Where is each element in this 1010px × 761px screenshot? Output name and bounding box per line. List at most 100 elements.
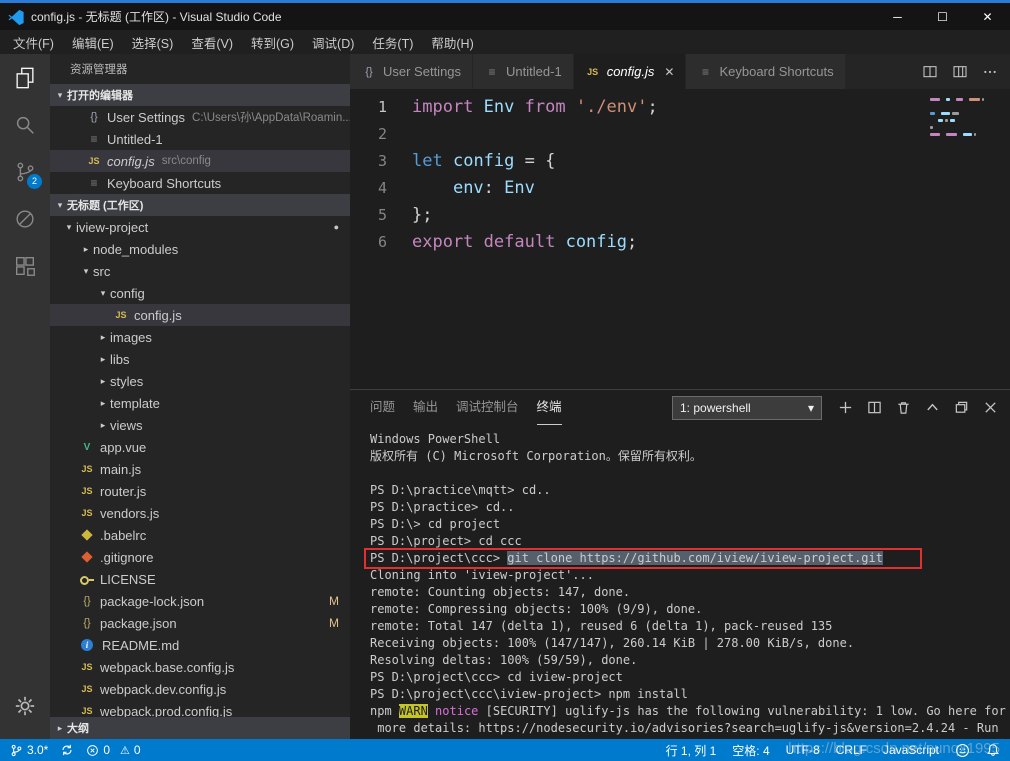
tree-file-row[interactable]: JSwebpack.dev.config.js bbox=[50, 678, 350, 700]
code-line[interactable]: 3let config = { bbox=[350, 148, 1010, 175]
warning-icon: ⚠ bbox=[120, 744, 130, 757]
extensions-icon[interactable] bbox=[0, 242, 50, 289]
error-count: 0 bbox=[103, 743, 110, 757]
code-line[interactable]: 4 env: Env bbox=[350, 175, 1010, 202]
text-segment: PS D:\practice\mqtt> cd.. bbox=[370, 483, 551, 497]
tree-file-row[interactable]: .babelrc bbox=[50, 524, 350, 546]
menu-item[interactable]: 选择(S) bbox=[123, 33, 183, 52]
debug-icon[interactable] bbox=[0, 195, 50, 242]
maximize-panel-icon[interactable] bbox=[954, 400, 969, 415]
tab-label: Keyboard Shortcuts bbox=[719, 64, 833, 79]
maximize-button[interactable]: ☐ bbox=[920, 3, 965, 30]
tree-folder-row[interactable]: ▸template bbox=[50, 392, 350, 414]
cursor-position[interactable]: 行 1, 列 1 bbox=[666, 742, 717, 759]
open-editor-item[interactable]: ≡Keyboard Shortcuts bbox=[50, 172, 350, 194]
tree-folder-row[interactable]: ▾config bbox=[50, 282, 350, 304]
code-line[interactable]: 2 bbox=[350, 121, 1010, 148]
tree-file-row[interactable]: JSconfig.js bbox=[50, 304, 350, 326]
panel-tab[interactable]: 问题 bbox=[370, 390, 395, 425]
notifications-bell-icon[interactable] bbox=[986, 743, 1000, 757]
editor-tab[interactable]: ≡Untitled-1 bbox=[473, 54, 574, 89]
eol-indicator[interactable]: CRLF bbox=[836, 743, 867, 757]
text-segment: notice bbox=[435, 704, 478, 718]
tree-file-row[interactable]: JSwebpack.base.config.js bbox=[50, 656, 350, 678]
open-editors-header[interactable]: ▾ 打开的编辑器 bbox=[50, 84, 350, 106]
minimize-button[interactable]: ─ bbox=[875, 3, 920, 30]
minimap-segment bbox=[945, 119, 948, 122]
open-editor-item[interactable]: JSconfig.jssrc\config bbox=[50, 150, 350, 172]
tree-file-row[interactable]: {}package.jsonM bbox=[50, 612, 350, 634]
tree-file-row[interactable]: JSrouter.js bbox=[50, 480, 350, 502]
terminal-select[interactable]: 1: powershell ▾ bbox=[672, 396, 822, 420]
minimap[interactable] bbox=[930, 89, 998, 140]
open-editor-item[interactable]: {}User SettingsC:\Users\孙\AppData\Roamin… bbox=[50, 106, 350, 128]
code-editor[interactable]: 1import Env from './env';23let config = … bbox=[350, 89, 1010, 389]
tree-file-row[interactable]: {}package-lock.jsonM bbox=[50, 590, 350, 612]
menu-item[interactable]: 转到(G) bbox=[242, 33, 303, 52]
source-control-icon[interactable]: 2 bbox=[0, 148, 50, 195]
tree-file-row[interactable]: iREADME.md bbox=[50, 634, 350, 656]
chevron-up-icon[interactable] bbox=[925, 400, 940, 415]
folder-name: node_modules bbox=[93, 242, 178, 257]
terminal[interactable]: Windows PowerShell版权所有 (C) Microsoft Cor… bbox=[350, 425, 1010, 739]
settings-gear-icon[interactable] bbox=[0, 682, 50, 729]
editor-tab[interactable]: JSconfig.js✕ bbox=[574, 54, 687, 89]
indentation-indicator[interactable]: 空格: 4 bbox=[732, 742, 769, 759]
trash-icon[interactable] bbox=[896, 400, 911, 415]
explorer-icon[interactable] bbox=[0, 54, 50, 101]
search-icon[interactable] bbox=[0, 101, 50, 148]
editor-tab[interactable]: ≡Keyboard Shortcuts bbox=[686, 54, 845, 89]
open-editor-item[interactable]: ≡Untitled-1 bbox=[50, 128, 350, 150]
text-segment: PS D:\> cd project bbox=[370, 517, 500, 531]
panel-tab[interactable]: 终端 bbox=[537, 390, 562, 425]
terminal-line: 版权所有 (C) Microsoft Corporation。保留所有权利。 bbox=[370, 448, 1010, 465]
close-icon[interactable]: ✕ bbox=[664, 65, 674, 79]
outline-header[interactable]: ▸ 大纲 bbox=[50, 717, 350, 739]
tree-folder-row[interactable]: ▸images bbox=[50, 326, 350, 348]
more-actions-icon[interactable] bbox=[982, 64, 998, 80]
tree-file-row[interactable]: JSmain.js bbox=[50, 458, 350, 480]
tree-file-row[interactable]: LICENSE bbox=[50, 568, 350, 590]
close-panel-icon[interactable] bbox=[983, 400, 998, 415]
problems-indicator[interactable]: 0 ⚠ 0 bbox=[86, 743, 140, 757]
menu-item[interactable]: 帮助(H) bbox=[422, 33, 482, 52]
tree-file-row[interactable]: JSvendors.js bbox=[50, 502, 350, 524]
code-line[interactable]: 1import Env from './env'; bbox=[350, 94, 1010, 121]
tree-file-row[interactable]: .gitignore bbox=[50, 546, 350, 568]
tree-folder-row[interactable]: ▸libs bbox=[50, 348, 350, 370]
feedback-smiley-icon[interactable] bbox=[955, 743, 970, 758]
code-line[interactable]: 6export default config; bbox=[350, 229, 1010, 256]
toggle-layout-icon[interactable] bbox=[952, 64, 968, 80]
bottom-panel: 问题输出调试控制台终端 1: powershell ▾ Windows P bbox=[350, 389, 1010, 739]
sync-button[interactable] bbox=[60, 743, 74, 757]
tree-file-row[interactable]: Vapp.vue bbox=[50, 436, 350, 458]
split-terminal-icon[interactable] bbox=[867, 400, 882, 415]
close-button[interactable]: ✕ bbox=[965, 3, 1010, 30]
panel-tab[interactable]: 调试控制台 bbox=[456, 390, 519, 425]
menu-item[interactable]: 文件(F) bbox=[4, 33, 63, 52]
file-name: config.js bbox=[134, 308, 182, 323]
tree-folder-row[interactable]: ▾iview-project● bbox=[50, 216, 350, 238]
editor-tab[interactable]: {}User Settings bbox=[350, 54, 473, 89]
menu-item[interactable]: 任务(T) bbox=[363, 33, 422, 52]
tree-folder-row[interactable]: ▸styles bbox=[50, 370, 350, 392]
minimap-line bbox=[930, 105, 998, 108]
menu-item[interactable]: 编辑(E) bbox=[63, 33, 123, 52]
language-indicator[interactable]: JavaScript bbox=[883, 743, 939, 757]
braces-icon: {} bbox=[361, 64, 377, 80]
menu-item[interactable]: 查看(V) bbox=[182, 33, 242, 52]
encoding-indicator[interactable]: UTF-8 bbox=[786, 743, 820, 757]
text-segment: : bbox=[484, 178, 504, 198]
minimap-segment bbox=[930, 133, 940, 136]
tree-file-row[interactable]: JSwebpack.prod.config.js bbox=[50, 700, 350, 717]
panel-tab[interactable]: 输出 bbox=[413, 390, 438, 425]
menu-item[interactable]: 调试(D) bbox=[303, 33, 363, 52]
git-branch-indicator[interactable]: 3.0* bbox=[10, 743, 48, 758]
new-terminal-icon[interactable] bbox=[838, 400, 853, 415]
tree-folder-row[interactable]: ▸views bbox=[50, 414, 350, 436]
code-line[interactable]: 5}; bbox=[350, 202, 1010, 229]
tree-folder-row[interactable]: ▾src bbox=[50, 260, 350, 282]
workspace-header[interactable]: ▾ 无标题 (工作区) bbox=[50, 194, 350, 216]
tree-folder-row[interactable]: ▸node_modules bbox=[50, 238, 350, 260]
split-editor-icon[interactable] bbox=[922, 64, 938, 80]
